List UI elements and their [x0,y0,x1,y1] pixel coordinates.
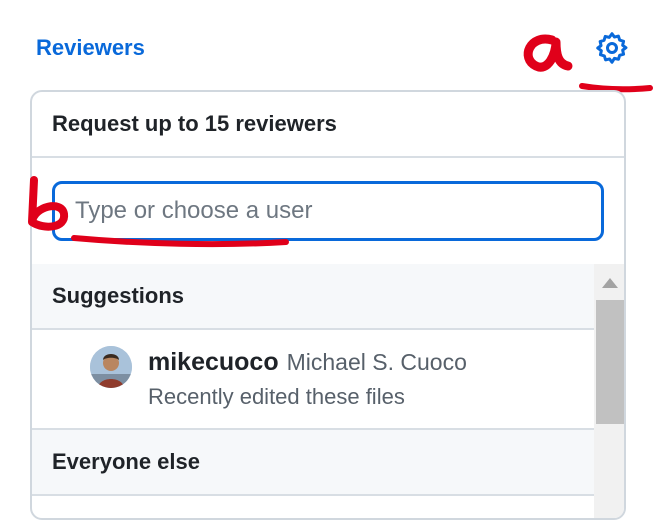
reviewer-list: Suggestions mikecuoco Michael S. Cuoco Re… [32,264,624,518]
suggested-user-login: mikecuoco Michael S. Cuoco [148,348,467,377]
user-description: Recently edited these files [148,384,405,409]
gear-icon[interactable] [594,30,630,66]
scrollbar-thumb[interactable] [596,300,624,424]
panel-title: Request up to 15 reviewers [32,92,624,158]
reviewers-title-link[interactable]: Reviewers [36,35,145,61]
filter-area [32,158,624,266]
reviewers-header: Reviewers [36,30,640,70]
reviewer-list-scroll[interactable]: Suggestions mikecuoco Michael S. Cuoco Re… [32,264,594,518]
reviewers-panel: Request up to 15 reviewers Suggestions m… [30,90,626,520]
avatar [90,346,132,388]
everyone-else-header: Everyone else [32,430,594,496]
list-scrollbar[interactable] [594,264,624,518]
scroll-up-arrow-icon[interactable] [602,278,618,288]
user-login-text: mikecuoco [148,348,279,376]
suggested-user-row[interactable]: mikecuoco Michael S. Cuoco Recently edite… [32,330,594,430]
user-full-name: Michael S. Cuoco [286,349,467,375]
user-search-input[interactable] [52,181,604,241]
suggestions-header: Suggestions [32,264,594,330]
